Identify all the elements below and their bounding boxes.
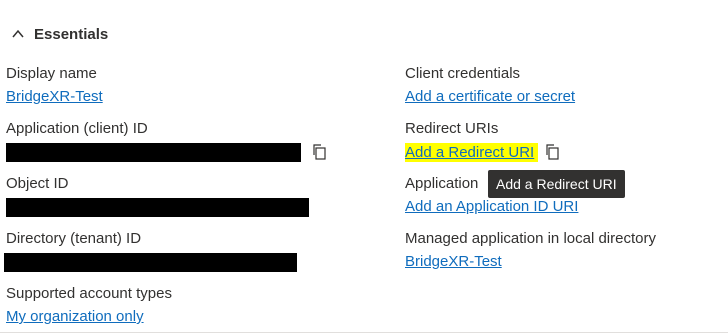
- supported-account-types-field: Supported account types My organization …: [6, 284, 356, 328]
- application-client-id-field: Application (client) ID: [6, 119, 356, 163]
- directory-tenant-id-field: Directory (tenant) ID: [4, 229, 356, 273]
- redirect-uris-label: Redirect URIs: [405, 120, 499, 137]
- managed-application-field: Managed application in local directory B…: [405, 229, 725, 273]
- essentials-title: Essentials: [34, 25, 109, 43]
- redirect-uris-field: Redirect URIs Add a Redirect URI: [405, 119, 728, 163]
- object-id-redacted-value: [6, 197, 309, 217]
- object-id-field: Object ID: [6, 174, 356, 218]
- managed-application-link[interactable]: BridgeXR-Test: [405, 251, 502, 273]
- application-client-id-label: Application (client) ID: [6, 120, 148, 137]
- add-application-id-uri-link[interactable]: Add an Application ID URI: [405, 196, 578, 218]
- supported-account-types-link[interactable]: My organization only: [6, 306, 144, 328]
- copy-icon[interactable]: [309, 142, 329, 162]
- directory-tenant-id-redacted-value: [4, 252, 297, 272]
- supported-account-types-label: Supported account types: [6, 285, 172, 302]
- managed-application-label: Managed application in local directory: [405, 230, 656, 247]
- application-client-id-redacted-value: [6, 142, 301, 162]
- divider: [0, 332, 728, 333]
- copy-icon[interactable]: [542, 142, 562, 162]
- directory-tenant-id-label: Directory (tenant) ID: [6, 230, 142, 247]
- client-credentials-field: Client credentials Add a certificate or …: [405, 64, 728, 108]
- display-name-label: Display name: [6, 65, 97, 82]
- add-certificate-or-secret-link[interactable]: Add a certificate or secret: [405, 86, 575, 108]
- redirect-uri-tooltip: Add a Redirect URI: [488, 170, 625, 198]
- display-name-field: Display name BridgeXR-Test: [6, 64, 356, 108]
- add-redirect-uri-link[interactable]: Add a Redirect URI: [405, 142, 539, 162]
- essentials-toggle[interactable]: Essentials: [10, 22, 108, 46]
- display-name-link[interactable]: BridgeXR-Test: [6, 86, 103, 108]
- object-id-label: Object ID: [6, 175, 69, 192]
- client-credentials-label: Client credentials: [405, 65, 521, 82]
- chevron-up-icon: [10, 26, 26, 42]
